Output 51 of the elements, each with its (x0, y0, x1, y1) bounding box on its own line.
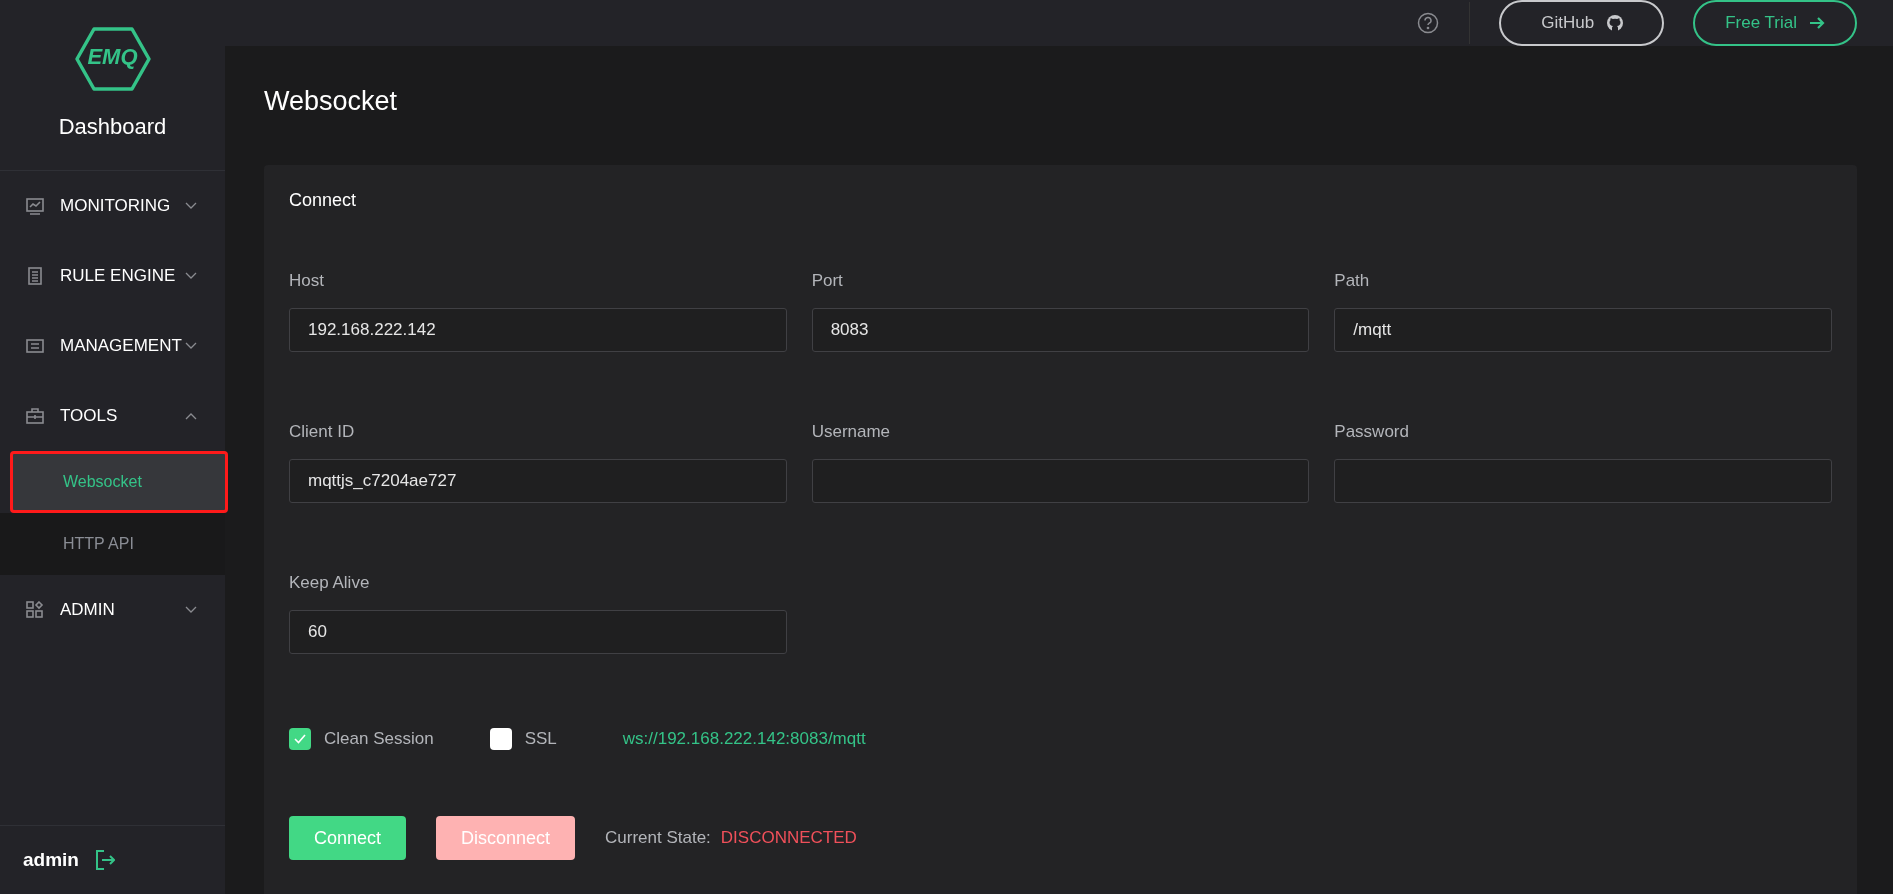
github-icon (1606, 14, 1625, 32)
help-icon[interactable] (1417, 12, 1440, 34)
checkbox[interactable] (489, 728, 512, 750)
connection-state: DISCONNECTED (720, 828, 857, 848)
free-trial-button[interactable]: Free Trial (1693, 0, 1857, 46)
websocket-url: ws://192.168.222.142:8083/mqtt (622, 729, 866, 749)
chevron-icon (185, 272, 197, 280)
logo-icon (73, 26, 152, 92)
logout-icon[interactable] (94, 849, 115, 871)
card-title: Connect (289, 190, 358, 211)
input-field[interactable]: 8083 (811, 308, 1310, 352)
input-field[interactable]: 60 (289, 610, 787, 654)
menu-item[interactable]: MANAGEMENT (0, 311, 225, 381)
document-icon (26, 267, 44, 285)
input-field[interactable]: 192.168.222.142 (289, 308, 787, 352)
submenu-item[interactable]: Websocket (10, 451, 228, 513)
field-label: Password (1334, 422, 1410, 442)
username: admin (23, 849, 79, 871)
field-label: Host (289, 271, 325, 291)
state-label: Current State: (605, 828, 711, 848)
menu-item[interactable]: MONITORING (0, 171, 225, 241)
input-field[interactable]: mqttjs_c7204ae727 (289, 459, 787, 503)
checkmark-icon (294, 734, 306, 744)
input-field[interactable] (1334, 459, 1832, 503)
arrow-icon (1809, 16, 1825, 30)
input-field[interactable]: /mqtt (1334, 308, 1832, 352)
logo-text: EMQ (87, 44, 138, 70)
toolbox-icon (26, 407, 44, 425)
input-field[interactable] (811, 459, 1310, 503)
chevron-icon (185, 606, 197, 614)
github-button[interactable]: GitHub (1499, 0, 1665, 46)
field-label: Client ID (289, 422, 356, 442)
field-label: Path (1334, 271, 1371, 291)
checkbox-label: Clean Session (324, 729, 434, 749)
field-label: Username (811, 422, 892, 442)
monitor-icon (26, 197, 44, 215)
panel-icon (26, 337, 44, 355)
chevron-icon (185, 202, 197, 210)
menu-item[interactable]: TOOLS (0, 381, 225, 451)
field-label: Keep Alive (289, 573, 371, 593)
menu-item[interactable]: RULE ENGINE (0, 241, 225, 311)
page-title: Websocket (264, 86, 399, 117)
checkbox-label: SSL (524, 729, 557, 749)
submenu-item[interactable]: HTTP API (0, 513, 225, 575)
checkbox[interactable] (289, 728, 311, 750)
menu-item[interactable]: ADMIN (0, 575, 225, 645)
chevron-icon (185, 342, 197, 350)
app-title: Dashboard (58, 114, 167, 140)
grid-icon (26, 601, 44, 619)
chevron-icon (185, 412, 197, 420)
field-label: Port (811, 271, 844, 291)
